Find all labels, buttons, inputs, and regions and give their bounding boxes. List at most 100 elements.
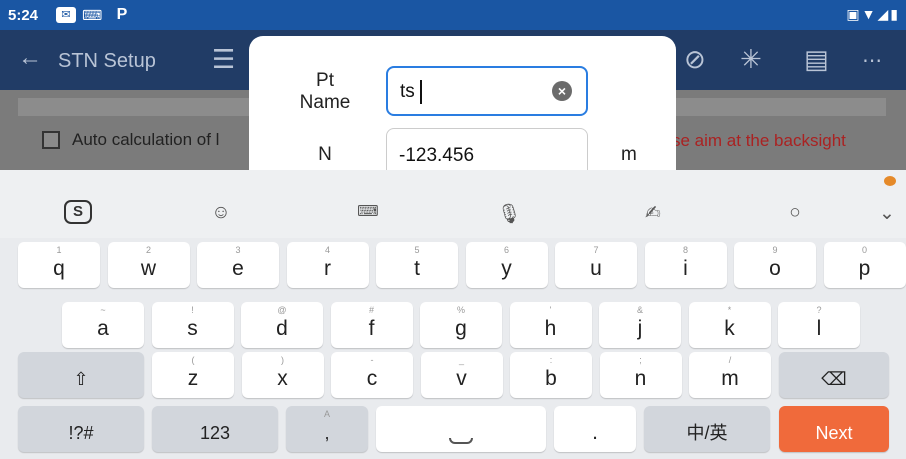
emoji-icon[interactable]: ☺ bbox=[206, 202, 236, 224]
key-hint: 3 bbox=[235, 245, 241, 255]
key-hint: _ bbox=[458, 355, 464, 365]
shift-key[interactable]: ⇧ bbox=[18, 352, 144, 398]
clear-icon[interactable]: × bbox=[552, 81, 572, 101]
language-key[interactable]: 中/英 bbox=[644, 406, 770, 452]
page-title: STN Setup bbox=[58, 50, 156, 72]
key-hint: : bbox=[549, 355, 553, 365]
key-hint: * bbox=[727, 305, 732, 315]
key-hint: 5 bbox=[414, 245, 420, 255]
key-r[interactable]: 4r bbox=[286, 242, 369, 288]
key-y[interactable]: 6y bbox=[465, 242, 548, 288]
key-k[interactable]: * k bbox=[688, 302, 771, 348]
key-p[interactable]: 0p bbox=[823, 242, 906, 288]
key-label: 123 bbox=[199, 423, 231, 443]
sogou-fox-icon bbox=[884, 176, 896, 186]
mic-icon[interactable]: 🎙 bbox=[494, 202, 524, 226]
battery-icon: ▮ bbox=[890, 6, 900, 22]
key-label: 中/英 bbox=[686, 423, 728, 443]
key-d[interactable]: @ d bbox=[241, 302, 323, 348]
key-v[interactable]: _ v bbox=[420, 352, 503, 398]
key-hint: 1 bbox=[56, 245, 62, 255]
pt-name-value: ts bbox=[400, 81, 415, 102]
key-label: ⌫ bbox=[821, 369, 847, 389]
status-time: 5:24 bbox=[8, 7, 39, 24]
more-icon[interactable]: ⋯ bbox=[862, 48, 882, 73]
key-label: Next bbox=[815, 423, 853, 443]
pt-label-line1: Pt bbox=[316, 70, 334, 91]
search-icon[interactable]: ○ bbox=[780, 202, 810, 224]
space-key[interactable] bbox=[376, 406, 546, 452]
key-u[interactable]: 7u bbox=[555, 242, 637, 288]
cast-icon: ▣ bbox=[846, 6, 862, 22]
key-s[interactable]: ! s bbox=[151, 302, 234, 348]
key-h[interactable]: ' h bbox=[509, 302, 592, 348]
point-dialog: Pt Name ts × N -123.456 m bbox=[249, 36, 676, 172]
key-l[interactable]: ? l bbox=[778, 302, 860, 348]
key-hint: & bbox=[636, 305, 643, 315]
keyboard-icon: ⌨ bbox=[82, 7, 103, 23]
collapse-icon[interactable]: ⌄ bbox=[872, 202, 902, 225]
comma-key[interactable]: A, bbox=[286, 406, 368, 452]
no-signal-icon[interactable]: ⊘ bbox=[684, 44, 706, 75]
key-w[interactable]: 2w bbox=[107, 242, 190, 288]
key-b[interactable]: :b bbox=[510, 352, 592, 398]
key-j[interactable]: & j bbox=[599, 302, 681, 348]
pt-name-input[interactable]: ts × bbox=[386, 66, 588, 116]
key-hint: 4 bbox=[324, 245, 330, 255]
p-app-icon: P bbox=[116, 6, 128, 23]
key-i[interactable]: 8i bbox=[644, 242, 727, 288]
next-key[interactable]: Next bbox=[779, 406, 889, 452]
key-m[interactable]: / m bbox=[689, 352, 771, 398]
key-f[interactable]: # f bbox=[330, 302, 413, 348]
pt-label-line2: Name bbox=[299, 92, 351, 113]
key-hint: @ bbox=[277, 305, 287, 315]
key-hint: 0 bbox=[861, 245, 867, 255]
text-cursor bbox=[420, 80, 422, 104]
key-hint: ! bbox=[191, 305, 194, 315]
menu-icon[interactable]: ☰ bbox=[212, 44, 235, 75]
key-z[interactable]: (z bbox=[152, 352, 234, 398]
key-x[interactable]: ) x bbox=[241, 352, 324, 398]
key-c[interactable]: -c bbox=[331, 352, 413, 398]
keyboard-toolbar: S ☺ ⌨ 🎙 ✍ ○ ⌄ bbox=[0, 170, 906, 238]
key-o[interactable]: 9o bbox=[734, 242, 816, 288]
key-q[interactable]: 1q bbox=[18, 242, 100, 288]
mail-icon: ✉ bbox=[56, 7, 76, 23]
numbers-key[interactable]: 123 bbox=[152, 406, 278, 452]
backsight-warning: se aim at the backsight bbox=[672, 131, 846, 150]
satellite-icon[interactable]: ✳ bbox=[740, 44, 762, 75]
sogou-icon[interactable]: S bbox=[64, 200, 92, 224]
key-label: ⇧ bbox=[73, 369, 89, 389]
key-hint: ) bbox=[281, 355, 284, 365]
key-e[interactable]: 3e bbox=[197, 242, 279, 288]
key-hint: ' bbox=[549, 305, 552, 315]
signal-icon: ◢ bbox=[877, 6, 891, 22]
key-hint: % bbox=[456, 305, 465, 315]
key-hint: ( bbox=[191, 355, 195, 365]
key-t[interactable]: 5t bbox=[376, 242, 458, 288]
space-mic-icon bbox=[449, 438, 473, 444]
key-hint: ? bbox=[816, 305, 822, 315]
key-hint: 8 bbox=[682, 245, 688, 255]
key-a[interactable]: ~ a bbox=[62, 302, 144, 348]
back-arrow-icon[interactable]: ← bbox=[18, 44, 42, 72]
key-hint: # bbox=[368, 305, 374, 315]
keyboard-layout-icon[interactable]: ⌨ bbox=[353, 202, 383, 220]
period-key[interactable]: . bbox=[554, 406, 636, 452]
pt-name-label: Pt Name bbox=[285, 70, 365, 114]
wifi-icon: ▼ bbox=[861, 6, 878, 22]
auto-calc-checkbox[interactable] bbox=[42, 131, 60, 149]
list-icon[interactable]: ▤ bbox=[804, 44, 829, 75]
key-label: !?# bbox=[68, 423, 94, 443]
key-hint: 9 bbox=[772, 245, 778, 255]
symbols-key[interactable]: !?# bbox=[18, 406, 144, 452]
handwriting-icon[interactable]: ✍ bbox=[638, 202, 668, 225]
n-input[interactable]: -123.456 bbox=[386, 128, 588, 172]
key-hint: A bbox=[323, 409, 330, 419]
key-hint: ~ bbox=[100, 305, 106, 315]
backspace-key[interactable]: ⌫ bbox=[779, 352, 889, 398]
key-n[interactable]: ; n bbox=[599, 352, 682, 398]
key-hint: ; bbox=[639, 355, 642, 365]
key-g[interactable]: % g bbox=[420, 302, 502, 348]
key-hint: 2 bbox=[145, 245, 151, 255]
